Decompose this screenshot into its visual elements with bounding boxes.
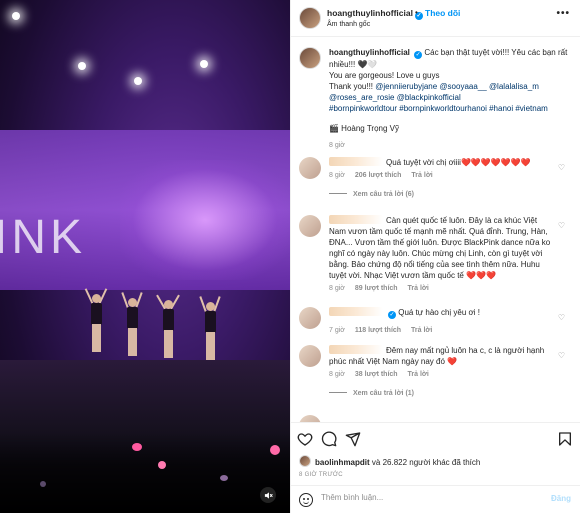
mention-link[interactable]: @sooyaaa__ — [439, 82, 486, 91]
speaker-muted-icon[interactable] — [260, 487, 276, 503]
comment-text: Càn quét quốc tế luôn. Đây là ca khúc Vi… — [329, 216, 551, 280]
share-icon[interactable] — [345, 431, 361, 447]
comment-likes[interactable]: 89 lượt thích — [355, 285, 398, 292]
comment-text: Quá tuyệt vời chị ơiiii❤️❤️❤️❤️❤️❤️❤️ — [386, 158, 531, 167]
follow-button[interactable]: Theo dõi — [425, 8, 460, 18]
screen-text: INK — [0, 211, 87, 264]
more-options-icon[interactable]: ••• — [556, 8, 570, 19]
comment-meta: 7 giờ 118 lượt thích Trả lời — [329, 327, 571, 334]
comment-input[interactable] — [321, 493, 521, 502]
liked-by-text: baolinhmapdit và 26.822 người khác đã th… — [315, 458, 480, 467]
liked-by-rest[interactable]: và 26.822 người khác đã thích — [372, 458, 480, 467]
comment-like-heart-icon[interactable]: ♡ — [558, 163, 565, 172]
stage-light — [200, 60, 208, 68]
dancer-figure — [156, 294, 180, 360]
comment-time: 8 giờ — [329, 371, 345, 378]
view-replies-label: Xem câu trả lời (6) — [353, 191, 414, 198]
caption-thanks: Thank you!!! — [329, 82, 374, 91]
emoji-icon[interactable] — [299, 493, 313, 507]
view-replies-button[interactable]: Xem câu trả lời (6) — [329, 191, 571, 198]
comment-username-blurred[interactable] — [329, 157, 383, 166]
avatar[interactable] — [299, 345, 321, 367]
comment-like-heart-icon[interactable]: ♡ — [558, 351, 565, 360]
caption-verified-icon: ✓ — [414, 51, 423, 59]
mention-link[interactable]: @roses_are_rosie — [329, 93, 394, 102]
post-comment-button[interactable]: Đăng — [551, 494, 571, 503]
comment-icon[interactable] — [321, 431, 337, 447]
reply-button[interactable]: Trả lời — [408, 285, 429, 292]
comment-likes[interactable]: 206 lượt thích — [355, 172, 402, 179]
add-comment-bar: Đăng — [291, 485, 580, 513]
comment-item: Đêm nay mất ngủ luôn ha c, c là người hạ… — [299, 345, 571, 397]
post-media-video[interactable]: INK — [0, 0, 290, 513]
caption-credit: 🎬 Hoàng Trọng Vỹ — [329, 124, 399, 133]
comment-time: 8 giờ — [329, 172, 345, 179]
comment-username-blurred[interactable] — [329, 345, 383, 354]
mention-link[interactable]: @blackpinkofficial — [397, 93, 461, 102]
stage-light — [78, 62, 86, 70]
header-username[interactable]: hoangthuylinhofficial — [327, 8, 413, 18]
comment-likes[interactable]: 118 lượt thích — [355, 327, 401, 334]
comment-text: Quá tự hào chị yêu ơi ! — [398, 308, 480, 317]
post-side-panel: hoangthuylinhofficial ✓ • Theo dõi Âm tha… — [290, 0, 580, 513]
avatar[interactable] — [299, 7, 321, 29]
comment-meta: 8 giờ 206 lượt thích Trả lời — [329, 172, 571, 179]
dancer-figure — [199, 296, 221, 362]
comment-meta: 8 giờ 38 lượt thích Trả lời — [329, 371, 571, 378]
mention-link[interactable]: @lalalalisa_m — [489, 82, 539, 91]
comment-time: 8 giờ — [329, 285, 345, 292]
comment-time: 7 giờ — [329, 327, 345, 334]
post-caption: hoangthuylinhofficial ✓ Các bạn thật tuy… — [299, 47, 569, 149]
avatar[interactable] — [299, 47, 321, 69]
header-separator: • — [415, 8, 418, 17]
comment-like-heart-icon[interactable]: ♡ — [558, 313, 565, 322]
verified-badge-icon: ✓ — [388, 311, 396, 319]
crowd — [0, 433, 290, 513]
view-replies-button[interactable]: Xem câu trả lời (1) — [329, 390, 571, 397]
avatar[interactable] — [299, 415, 321, 422]
comment-item: Càn quét quốc tế luôn. Đây là ca khúc Vi… — [299, 215, 571, 292]
comment-likes[interactable]: 38 lượt thích — [355, 371, 398, 378]
comment-meta: 8 giờ 89 lượt thích Trả lời — [329, 285, 571, 292]
avatar[interactable] — [299, 215, 321, 237]
heart-icon[interactable] — [297, 431, 313, 447]
avatar[interactable] — [299, 157, 321, 179]
header-username-row: hoangthuylinhofficial ✓ — [327, 8, 423, 20]
bookmark-icon[interactable] — [557, 431, 573, 447]
comment-username-blurred[interactable] — [329, 215, 383, 224]
post-header: hoangthuylinhofficial ✓ • Theo dõi Âm tha… — [291, 0, 580, 37]
comment-item: Quá tuyệt vời chị ơiiii❤️❤️❤️❤️❤️❤️❤️ 8 … — [299, 157, 571, 198]
audio-label[interactable]: Âm thanh gốc — [327, 21, 370, 28]
comment-username-blurred[interactable] — [329, 307, 383, 316]
caption-text-block: hoangthuylinhofficial ✓ Các bạn thật tuy… — [329, 47, 569, 114]
comment-item: ✓ Quá tự hào chị yêu ơi ! 7 giờ 118 lượt… — [299, 307, 571, 334]
reply-button[interactable]: Trả lời — [411, 327, 432, 334]
dancer-figure — [84, 288, 108, 354]
avatar[interactable] — [299, 307, 321, 329]
caption-line2: You are gorgeous! Love u guys — [329, 71, 440, 80]
view-replies-label: Xem câu trả lời (1) — [353, 390, 414, 397]
stage-light — [12, 12, 20, 20]
post-date: 8 GIỜ TRƯỚC — [299, 472, 343, 478]
comment-like-heart-icon[interactable]: ♡ — [558, 221, 565, 230]
screen-glow — [120, 160, 290, 280]
dancer-figure — [121, 292, 143, 358]
post-actions: baolinhmapdit và 26.822 người khác đã th… — [291, 422, 580, 513]
reply-button[interactable]: Trả lời — [408, 371, 429, 378]
caption-time: 8 giờ — [329, 142, 345, 149]
hashtags[interactable]: #bornpinkworldtour #bornpinkworldtourhan… — [329, 104, 548, 113]
liked-by-user[interactable]: baolinhmapdit — [315, 458, 370, 467]
avatar[interactable] — [299, 455, 311, 467]
stage-light — [134, 77, 142, 85]
reply-button[interactable]: Trả lời — [411, 172, 432, 179]
mention-link[interactable]: @jenniierubyjane — [375, 82, 437, 91]
comments-list[interactable]: hoangthuylinhofficial ✓ Các bạn thật tuy… — [291, 37, 580, 422]
caption-username[interactable]: hoangthuylinhofficial — [329, 48, 410, 57]
